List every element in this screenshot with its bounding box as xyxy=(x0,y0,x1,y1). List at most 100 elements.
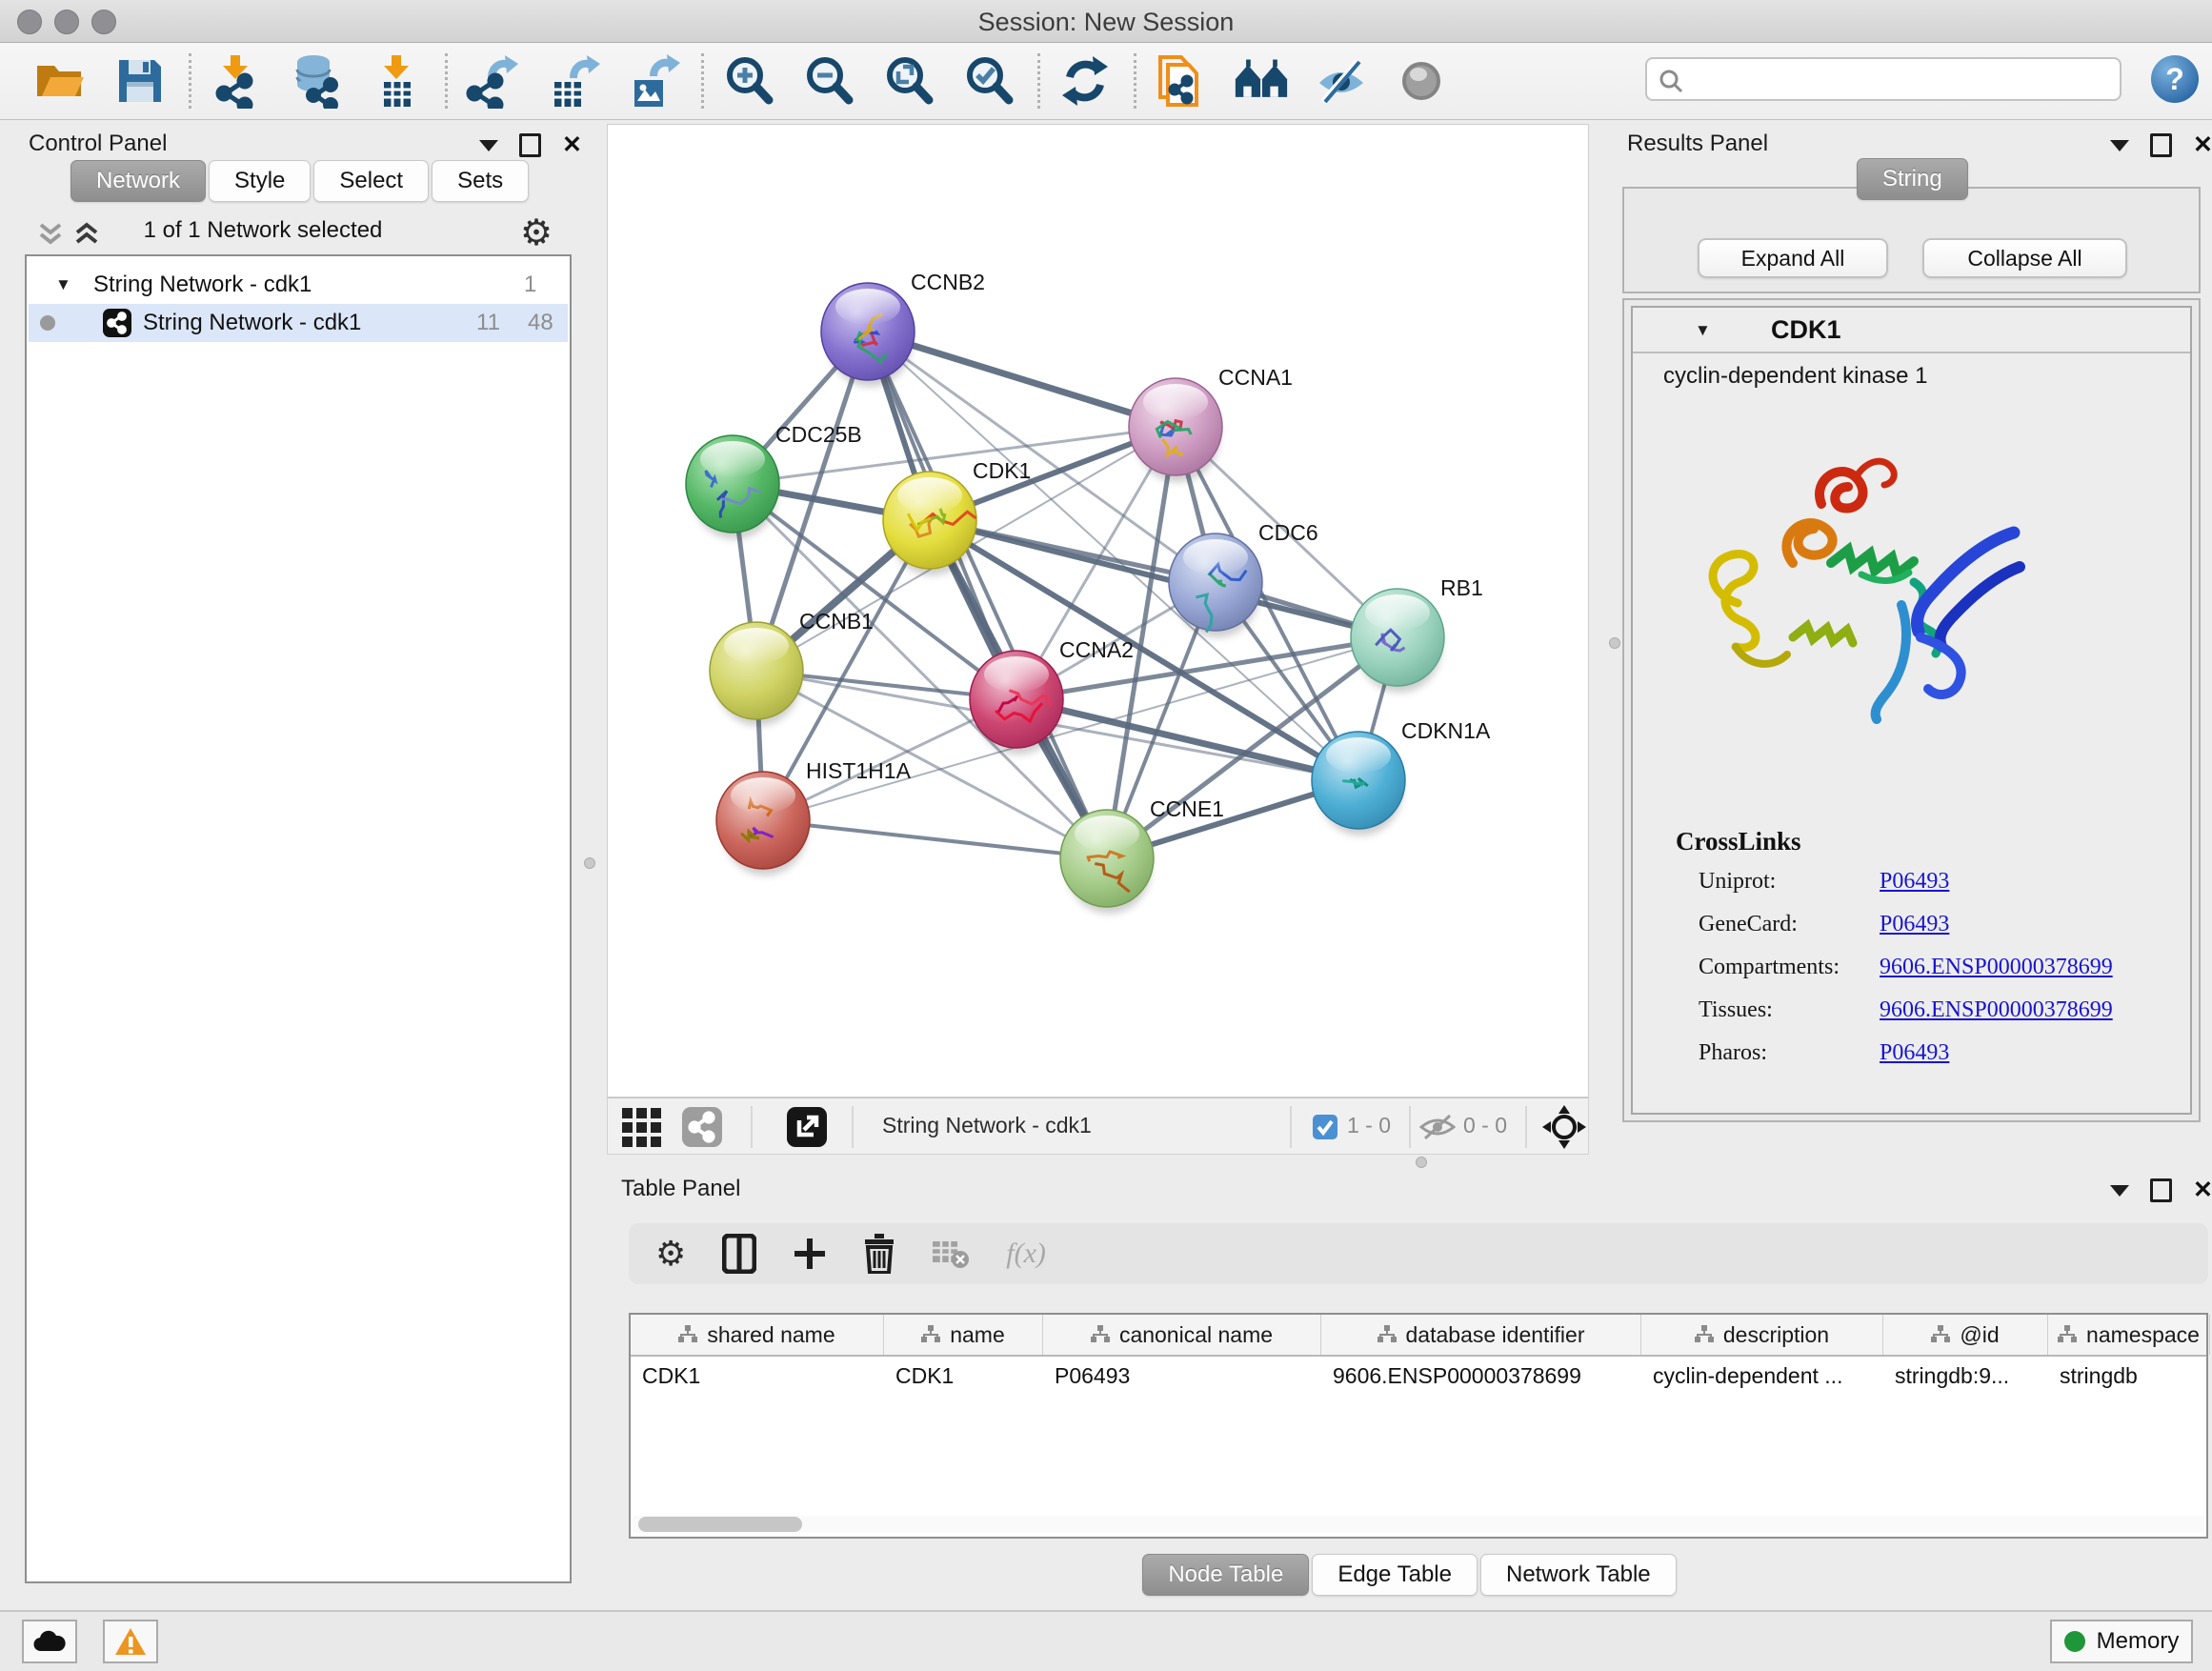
hide-selected-button[interactable] xyxy=(1314,51,1369,111)
gray-eye-icon xyxy=(1397,56,1446,106)
delete-column-trash-icon[interactable] xyxy=(863,1234,895,1274)
column-header-namespace[interactable]: namespace xyxy=(2048,1315,2210,1355)
tab-sets[interactable]: Sets xyxy=(432,160,529,202)
column-type-icon xyxy=(1377,1325,1397,1344)
node-label-CCNA2: CCNA2 xyxy=(1059,637,1134,662)
clear-table-icon-disabled xyxy=(932,1238,970,1269)
results-tab-string[interactable]: String xyxy=(1857,158,1968,200)
save-session-button[interactable] xyxy=(112,51,168,111)
crosslink-row: Tissues:9606.ENSP00000378699 xyxy=(1699,989,2175,1032)
network-edge[interactable] xyxy=(763,820,1107,858)
column-header-description[interactable]: description xyxy=(1641,1315,1883,1355)
zoom-fit-button[interactable] xyxy=(881,51,936,111)
float-panel-icon[interactable] xyxy=(2110,140,2129,151)
network-edge[interactable] xyxy=(868,332,1176,427)
memory-button[interactable]: Memory xyxy=(2050,1620,2193,1663)
column-header-label: description xyxy=(1723,1322,1829,1348)
column-header-shared-name[interactable]: shared name xyxy=(631,1315,884,1355)
crosslink-link[interactable]: P06493 xyxy=(1880,1040,1949,1066)
float-panel-icon[interactable] xyxy=(2110,1185,2129,1197)
network-collection-row[interactable]: ▼ String Network - cdk1 1 xyxy=(29,268,568,304)
column-header-database-identifier[interactable]: database identifier xyxy=(1321,1315,1641,1355)
column-header-@id[interactable]: @id xyxy=(1883,1315,2048,1355)
import-table-file-button[interactable] xyxy=(369,51,424,111)
tab-network[interactable]: Network xyxy=(70,160,206,202)
export-image-button[interactable] xyxy=(625,51,680,111)
tab-style[interactable]: Style xyxy=(209,160,311,202)
maximize-panel-icon[interactable] xyxy=(2150,1178,2172,1202)
vertical-splitter-grip[interactable] xyxy=(584,857,595,869)
help-button[interactable]: ? xyxy=(2151,55,2199,103)
grid-view-icon[interactable] xyxy=(621,1107,663,1147)
column-header-canonical-name[interactable]: canonical name xyxy=(1043,1315,1321,1355)
export-table-button[interactable] xyxy=(545,51,600,111)
open-session-button[interactable] xyxy=(32,51,88,111)
column-header-name[interactable]: name xyxy=(884,1315,1043,1355)
search-input[interactable] xyxy=(1693,61,2116,99)
zoom-in-button[interactable] xyxy=(721,51,776,111)
network-view-title: String Network - cdk1 xyxy=(882,1113,1292,1138)
selected-checkbox-icon[interactable] xyxy=(1313,1115,1337,1139)
birds-eye-icon[interactable] xyxy=(1542,1105,1586,1149)
tab-edge-table[interactable]: Edge Table xyxy=(1312,1554,1478,1596)
results-scroll-area: ▼ CDK1 cyclin-dependent kinase 1 CrossLi… xyxy=(1622,298,2201,1122)
network-row-label: String Network - cdk1 xyxy=(143,310,361,336)
network-row-selected[interactable]: String Network - cdk1 11 48 xyxy=(29,304,568,342)
show-all-button[interactable] xyxy=(1234,51,1289,111)
tab-node-table[interactable]: Node Table xyxy=(1142,1554,1309,1596)
node-label-CDK1: CDK1 xyxy=(973,458,1031,483)
warnings-button[interactable] xyxy=(103,1620,158,1663)
crosslink-link[interactable]: 9606.ENSP00000378699 xyxy=(1880,997,2113,1023)
table-horizontal-scrollbar[interactable] xyxy=(633,1516,2204,1533)
import-network-file-button[interactable] xyxy=(209,51,264,111)
show-hidden-button[interactable] xyxy=(1394,51,1449,111)
detach-view-icon[interactable] xyxy=(787,1107,827,1147)
share-view-icon[interactable] xyxy=(682,1107,722,1147)
save-floppy-icon xyxy=(114,55,166,107)
database-icon xyxy=(289,53,344,109)
tab-select[interactable]: Select xyxy=(313,160,429,202)
export-network-button[interactable] xyxy=(465,51,520,111)
toolbar-separator xyxy=(445,53,448,109)
network-node-count: 11 xyxy=(476,310,500,336)
crosslink-link[interactable]: P06493 xyxy=(1880,912,1949,937)
float-panel-icon[interactable] xyxy=(479,140,498,151)
maximize-panel-icon[interactable] xyxy=(519,133,541,157)
import-network-database-button[interactable] xyxy=(289,51,344,111)
maximize-panel-icon[interactable] xyxy=(2150,133,2172,157)
horizontal-splitter-grip[interactable] xyxy=(1416,1157,1427,1168)
results-panel: Results Panel ✕ String Expand All Collap… xyxy=(1621,120,2212,1164)
crosslink-label: Compartments: xyxy=(1699,955,1880,980)
collection-expander-icon[interactable]: ▼ xyxy=(55,275,71,294)
show-columns-icon[interactable] xyxy=(722,1234,756,1274)
table-panel: Table Panel ✕ ⚙ f(x) shared namenamecano… xyxy=(607,1168,2212,1608)
results-panel-title: Results Panel xyxy=(1627,131,1768,157)
zoom-out-button[interactable] xyxy=(801,51,856,111)
zoom-selected-button[interactable] xyxy=(961,51,1016,111)
gene-expander-icon[interactable]: ▼ xyxy=(1695,321,1711,340)
add-column-icon[interactable] xyxy=(793,1237,827,1271)
close-panel-icon[interactable]: ✕ xyxy=(2193,133,2212,157)
search-field[interactable] xyxy=(1645,57,2122,101)
close-panel-icon[interactable]: ✕ xyxy=(562,133,582,157)
network-status-dot-icon xyxy=(40,315,55,331)
column-header-label: shared name xyxy=(707,1322,835,1348)
table-settings-gear-icon[interactable]: ⚙ xyxy=(655,1237,686,1271)
crosslink-label: Pharos: xyxy=(1699,1040,1880,1066)
close-panel-icon[interactable]: ✕ xyxy=(2193,1178,2212,1202)
column-type-icon xyxy=(2058,1325,2077,1344)
network-canvas[interactable]: CCNB2CCNA1CDC25BCDK1CDC6RB1CCNB1CCNA2CDK… xyxy=(607,124,1589,1097)
crosslink-link[interactable]: 9606.ENSP00000378699 xyxy=(1880,955,2113,980)
tab-network-table[interactable]: Network Table xyxy=(1480,1554,1677,1596)
toolbar-separator xyxy=(1037,53,1040,109)
vertical-splitter-grip[interactable] xyxy=(1609,637,1620,649)
crosslink-link[interactable]: P06493 xyxy=(1880,869,1949,895)
first-neighbors-button[interactable] xyxy=(1154,51,1209,111)
zoom-in-icon xyxy=(722,54,775,108)
table-row[interactable]: CDK1CDK1P064939606.ENSP00000378699cyclin… xyxy=(631,1357,2206,1395)
cloud-button[interactable] xyxy=(22,1620,77,1663)
collapse-all-button[interactable]: Collapse All xyxy=(1922,238,2127,278)
expand-all-button[interactable]: Expand All xyxy=(1698,238,1888,278)
refresh-button[interactable] xyxy=(1057,51,1113,111)
network-options-gear-icon[interactable]: ⚙ xyxy=(520,211,553,254)
